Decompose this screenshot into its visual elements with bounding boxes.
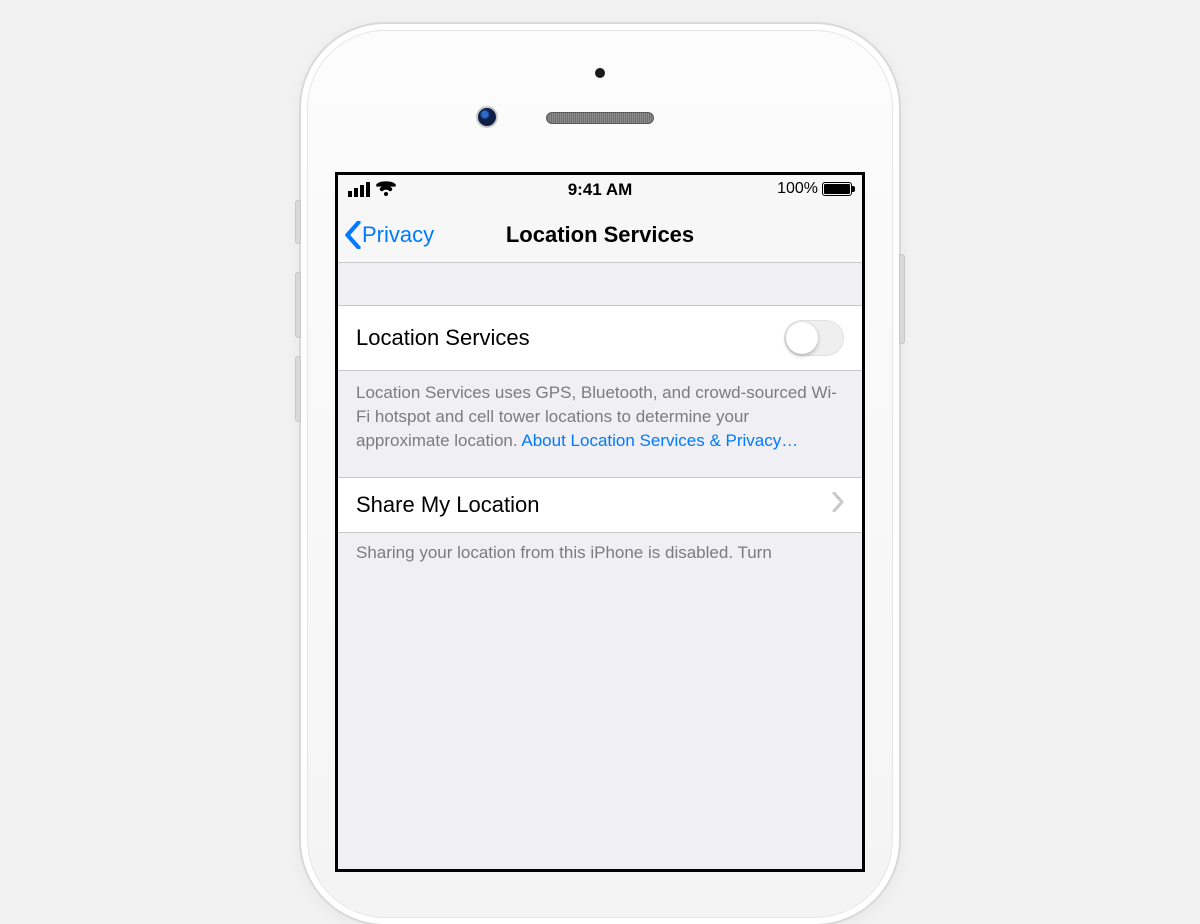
location-services-footer: Location Services uses GPS, Bluetooth, a… bbox=[338, 371, 862, 477]
earpiece-speaker bbox=[546, 112, 654, 124]
share-my-location-label: Share My Location bbox=[356, 492, 539, 518]
navigation-bar: Privacy Location Services bbox=[338, 207, 862, 263]
status-bar-right: 100% bbox=[777, 180, 852, 198]
side-button-volume-up bbox=[295, 272, 301, 338]
top-mic-dot bbox=[595, 68, 605, 78]
chevron-right-icon bbox=[832, 492, 844, 518]
page-title: Location Services bbox=[338, 222, 862, 248]
share-location-footer-text: Sharing your location from this iPhone i… bbox=[356, 543, 772, 562]
phone-frame: 9:41 AM 100% Privacy Location Services L… bbox=[301, 24, 899, 924]
battery-percent: 100% bbox=[777, 180, 818, 198]
share-location-footer: Sharing your location from this iPhone i… bbox=[338, 533, 862, 565]
location-services-row[interactable]: Location Services bbox=[338, 305, 862, 371]
front-camera bbox=[476, 106, 498, 128]
location-services-toggle[interactable] bbox=[784, 320, 844, 356]
section-spacer bbox=[338, 263, 862, 305]
side-button-power bbox=[899, 254, 905, 344]
battery-icon bbox=[822, 182, 852, 196]
about-location-privacy-link[interactable]: About Location Services & Privacy… bbox=[521, 431, 798, 450]
share-my-location-row[interactable]: Share My Location bbox=[338, 477, 862, 533]
toggle-knob bbox=[786, 322, 818, 354]
screen: 9:41 AM 100% Privacy Location Services L… bbox=[335, 172, 865, 872]
side-button-mute bbox=[295, 200, 301, 244]
location-services-label: Location Services bbox=[356, 325, 530, 351]
side-button-volume-down bbox=[295, 356, 301, 422]
status-bar: 9:41 AM 100% bbox=[338, 175, 862, 207]
